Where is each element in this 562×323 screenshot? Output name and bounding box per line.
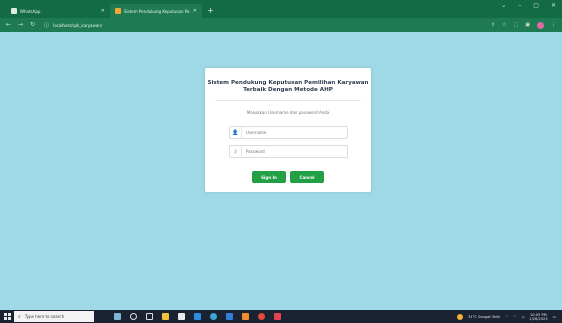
login-title: Sistem Pendukung Keputusan Pemilihan Kar… [205, 80, 371, 94]
edge-icon[interactable] [210, 313, 217, 320]
cortana-icon[interactable] [130, 313, 137, 320]
reload-icon[interactable]: ↻ [30, 22, 35, 28]
site-info-icon[interactable]: ⓘ [44, 22, 49, 29]
share-icon[interactable]: ⇪ [491, 22, 495, 28]
system-tray: 31°C Sangat Terik ⌃ ◠ ◁ 10:05 PM 1/26/20… [457, 310, 556, 323]
login-title-line1: Sistem Pendukung Keputusan Pemilihan Kar… [207, 80, 369, 86]
mail-icon[interactable] [194, 313, 201, 320]
window-controls: ⌄ – ▢ ✕ [501, 2, 556, 9]
close-window-icon[interactable]: ✕ [551, 2, 556, 9]
login-card: Sistem Pendukung Keputusan Pemilihan Kar… [205, 68, 371, 192]
key-icon: ⚷ [230, 146, 242, 157]
login-title-line2: Terbaik Dengan Metode AHP [243, 87, 333, 93]
profile-avatar[interactable] [537, 21, 544, 29]
vscode-icon[interactable] [226, 313, 233, 320]
weather-icon[interactable] [457, 313, 464, 320]
back-icon[interactable]: ← [6, 22, 11, 28]
user-icon: 👤 [230, 127, 242, 138]
tray-chevron-icon[interactable]: ⌃ [505, 315, 508, 319]
card-divider [215, 100, 361, 101]
whatsapp-favicon-icon [11, 8, 17, 14]
maximize-icon[interactable]: ▢ [533, 2, 539, 9]
sidebar-icon[interactable]: ▣ [525, 22, 530, 28]
browser-toolbar: ← → ↻ ⓘ localhost/spk_karyawan/ ⇪ ☆ ⬚ ▣ … [0, 18, 562, 32]
extensions-icon[interactable]: ⬚ [514, 22, 519, 28]
widgets-icon[interactable] [114, 313, 121, 320]
search-placeholder: Type here to search [24, 314, 65, 319]
address-url: localhost/spk_karyawan/ [53, 22, 103, 28]
chrome-icon[interactable] [258, 313, 265, 320]
close-tab-icon[interactable]: ✕ [193, 8, 197, 14]
clock-date: 1/26/2023 [529, 316, 548, 321]
address-bar[interactable]: ⓘ localhost/spk_karyawan/ [42, 20, 484, 30]
tab-spk[interactable]: Sistem Pendukung Keputusan Pe ✕ [110, 4, 202, 18]
tab-search-icon[interactable]: ⌄ [501, 2, 506, 9]
xampp-icon[interactable] [242, 313, 249, 320]
notifications-icon[interactable]: ▭ [553, 315, 556, 319]
login-actions: Sign In Cancel [205, 171, 371, 183]
taskbar-apps [114, 313, 281, 320]
store-icon[interactable] [178, 313, 185, 320]
bookmark-star-icon[interactable]: ☆ [502, 22, 506, 28]
site-favicon-icon [115, 8, 121, 14]
login-subtitle: Masukkan Username dan password Anda [246, 110, 330, 115]
app-icon[interactable] [274, 313, 281, 320]
start-button[interactable] [0, 313, 14, 320]
file-explorer-icon[interactable] [162, 313, 169, 320]
minimize-icon[interactable]: – [518, 2, 521, 9]
browser-titlebar: WhatsApp ✕ Sistem Pendukung Keputusan Pe… [0, 0, 562, 18]
clock-time: 10:05 PM [529, 312, 547, 317]
clock[interactable]: 10:05 PM 1/26/2023 [529, 313, 547, 321]
password-input[interactable] [242, 147, 342, 156]
toolbar-icons: ⇪ ☆ ⬚ ▣ ⋮ [491, 21, 556, 29]
search-icon: ⌕ [18, 313, 21, 320]
task-view-icon[interactable] [146, 313, 153, 320]
tab-label: Sistem Pendukung Keputusan Pe [124, 8, 190, 14]
new-tab-button[interactable]: + [207, 4, 214, 18]
sign-in-button[interactable]: Sign In [252, 171, 286, 183]
taskbar: ⌕ Type here to search 31°C Sangat Terik … [0, 310, 562, 323]
tab-whatsapp[interactable]: WhatsApp ✕ [6, 4, 110, 18]
password-field-group: ⚷ [229, 145, 348, 158]
tab-label: WhatsApp [20, 8, 41, 14]
username-input[interactable] [242, 128, 342, 137]
volume-icon[interactable]: ◁ [521, 315, 524, 319]
taskbar-search[interactable]: ⌕ Type here to search [14, 311, 94, 322]
weather-text[interactable]: 31°C Sangat Terik [468, 315, 500, 319]
windows-logo-icon [3, 313, 11, 320]
close-tab-icon[interactable]: ✕ [101, 8, 105, 14]
username-field-group: 👤 [229, 126, 348, 139]
cancel-button[interactable]: Cancel [290, 171, 324, 183]
menu-kebab-icon[interactable]: ⋮ [551, 22, 556, 28]
network-icon[interactable]: ◠ [513, 315, 516, 319]
forward-icon[interactable]: → [18, 22, 23, 28]
